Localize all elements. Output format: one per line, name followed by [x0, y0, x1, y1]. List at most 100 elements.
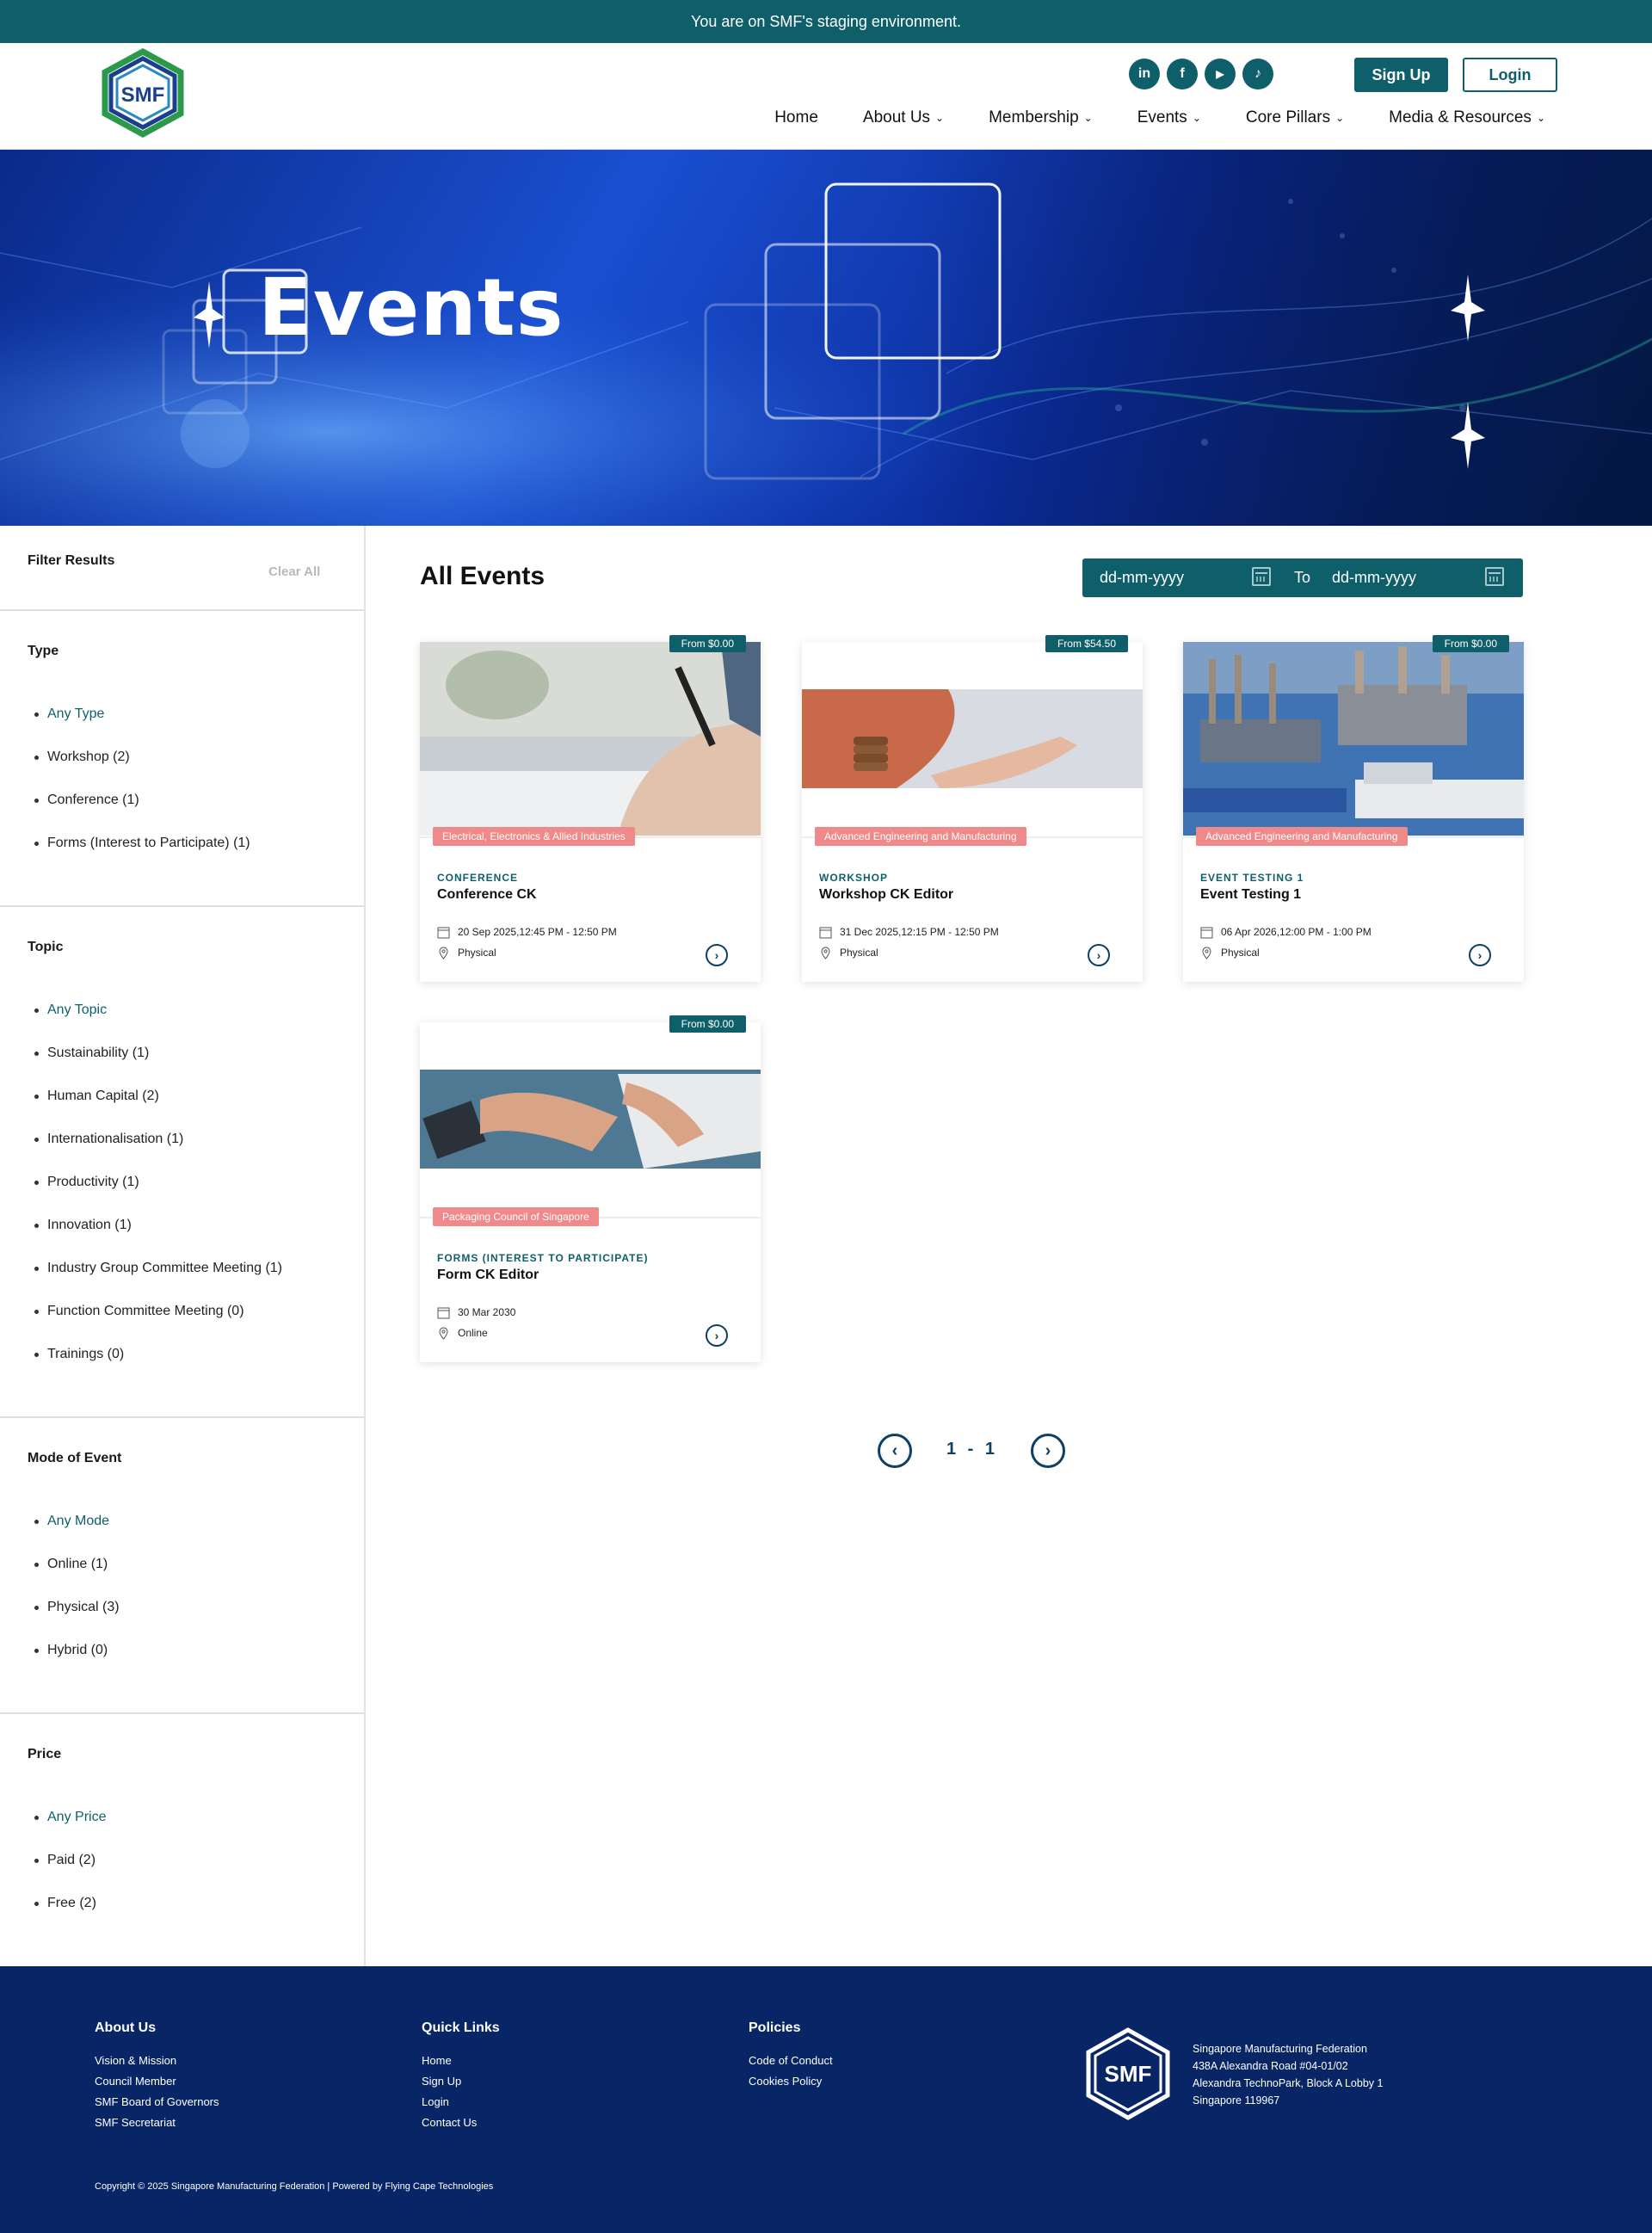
filter-group-price-title: Price [28, 1747, 62, 1761]
filter-group-type-title: Type [28, 644, 59, 658]
event-mode: Physical [1221, 947, 1260, 959]
calendar-icon [1200, 927, 1213, 939]
price-badge: From $0.00 [669, 635, 746, 652]
event-image [1183, 642, 1524, 836]
filter-option[interactable]: Conference (1) [34, 793, 139, 808]
chevron-down-icon: ⌄ [935, 112, 945, 124]
event-type: CONFERENCE [437, 872, 519, 884]
footer-link[interactable]: Sign Up [422, 2075, 461, 2088]
event-name: Event Testing 1 [1200, 887, 1302, 902]
date-range-filter: dd-mm-yyyy To dd-mm-yyyy [1082, 558, 1523, 597]
footer-link[interactable]: Login [422, 2095, 449, 2108]
site-footer: About Us Vision & Mission Council Member… [0, 1966, 1652, 2233]
footer-link[interactable]: Code of Conduct [749, 2054, 833, 2067]
pagination-range: 1 - 1 [946, 1440, 999, 1459]
hero-background-graphic [0, 150, 1652, 526]
arrow-right-icon[interactable]: › [706, 944, 728, 966]
pagination-next-button[interactable]: › [1031, 1434, 1065, 1468]
filter-option[interactable]: Internationalisation (1) [34, 1132, 183, 1147]
event-card[interactable]: From $0.00 Advanced Engineering and Manu… [1183, 635, 1524, 982]
date-from-input[interactable]: dd-mm-yyyy [1100, 569, 1184, 587]
footer-link[interactable]: Home [422, 2054, 452, 2067]
filter-option[interactable]: Human Capital (2) [34, 1089, 159, 1104]
nav-membership-label: Membership [989, 108, 1079, 126]
date-to-input[interactable]: dd-mm-yyyy [1332, 569, 1416, 587]
location-pin-icon [821, 947, 830, 959]
footer-link[interactable]: Vision & Mission [95, 2054, 176, 2067]
filter-option[interactable]: Online (1) [34, 1557, 108, 1572]
filter-option[interactable]: Hybrid (0) [34, 1643, 108, 1658]
event-date: 20 Sep 2025,12:45 PM - 12:50 PM [458, 926, 617, 938]
youtube-icon[interactable]: ▶ [1205, 59, 1236, 89]
arrow-right-icon[interactable]: › [1469, 944, 1491, 966]
filter-option[interactable]: Physical (3) [34, 1600, 120, 1615]
login-button[interactable]: Login [1463, 58, 1557, 92]
page-title: All Events [420, 562, 546, 590]
footer-link[interactable]: SMF Secretariat [95, 2116, 176, 2129]
event-image [420, 642, 761, 836]
facebook-icon[interactable]: f [1167, 59, 1198, 89]
events-main: Filter Results Clear All Type Any Type W… [0, 526, 1652, 1967]
footer-link[interactable]: SMF Board of Governors [95, 2095, 219, 2108]
industry-tag: Electrical, Electronics & Allied Industr… [433, 827, 635, 846]
filter-option[interactable]: Paid (2) [34, 1853, 96, 1868]
calendar-icon[interactable] [1252, 567, 1271, 586]
event-card[interactable]: From $0.00 Packaging Council of Singapor… [420, 1015, 761, 1362]
calendar-icon [819, 927, 832, 939]
footer-link[interactable]: Cookies Policy [749, 2075, 822, 2088]
footer-link[interactable]: Council Member [95, 2075, 176, 2088]
nav-core-pillars[interactable]: Core Pillars ⌄ [1246, 108, 1344, 127]
filter-option[interactable]: Sustainability (1) [34, 1046, 149, 1061]
event-name: Workshop CK Editor [819, 887, 954, 902]
nav-home[interactable]: Home [774, 108, 818, 127]
signup-button[interactable]: Sign Up [1354, 58, 1448, 92]
filter-option[interactable]: Workshop (2) [34, 749, 130, 765]
linkedin-icon[interactable]: in [1129, 59, 1160, 89]
filter-option[interactable]: Function Committee Meeting (0) [34, 1304, 244, 1319]
divider [0, 905, 366, 907]
industry-tag: Advanced Engineering and Manufacturing [1196, 827, 1408, 846]
location-pin-icon [439, 947, 448, 959]
tiktok-icon[interactable]: ♪ [1242, 59, 1273, 89]
event-card[interactable]: From $0.00 Electrical, Electronics & All… [420, 635, 761, 982]
industry-tag: Advanced Engineering and Manufacturing [815, 827, 1026, 846]
nav-media-resources[interactable]: Media & Resources ⌄ [1389, 108, 1545, 127]
clear-all-link[interactable]: Clear All [268, 564, 320, 579]
pagination-prev-button[interactable]: ‹ [878, 1434, 912, 1468]
nav-events[interactable]: Events ⌄ [1137, 108, 1201, 127]
smf-footer-logo[interactable]: SMF [1078, 2026, 1178, 2121]
filter-option[interactable]: Productivity (1) [34, 1175, 139, 1190]
event-card[interactable]: From $54.50 Advanced Engineering and Man… [802, 635, 1143, 982]
footer-link[interactable]: Contact Us [422, 2116, 477, 2129]
hero-title: Events [258, 262, 564, 354]
arrow-right-icon[interactable]: › [1088, 944, 1110, 966]
event-date: 06 Apr 2026,12:00 PM - 1:00 PM [1221, 926, 1372, 938]
filter-option[interactable]: Trainings (0) [34, 1347, 124, 1362]
divider [0, 609, 366, 611]
filter-option[interactable]: Industry Group Committee Meeting (1) [34, 1261, 282, 1276]
nav-about-us[interactable]: About Us ⌄ [863, 108, 944, 127]
event-mode: Physical [458, 947, 496, 959]
filter-option[interactable]: Innovation (1) [34, 1218, 132, 1233]
event-image [802, 642, 1143, 836]
filter-option[interactable]: Any Price [34, 1810, 106, 1825]
filter-option[interactable]: Any Topic [34, 1002, 107, 1018]
address-line: Singapore Manufacturing Federation [1193, 2043, 1367, 2055]
staging-banner: You are on SMF's staging environment. [0, 0, 1652, 43]
event-mode: Physical [840, 947, 878, 959]
arrow-right-icon[interactable]: › [706, 1324, 728, 1347]
filter-option[interactable]: Forms (Interest to Participate) (1) [34, 836, 250, 851]
price-badge: From $0.00 [669, 1015, 746, 1033]
calendar-icon[interactable] [1485, 567, 1504, 586]
event-type: WORKSHOP [819, 872, 888, 884]
event-image [420, 1022, 761, 1216]
chevron-down-icon: ⌄ [1536, 112, 1545, 124]
address-line: 438A Alexandra Road #04-01/02 [1193, 2060, 1348, 2072]
nav-membership[interactable]: Membership ⌄ [989, 108, 1093, 127]
filter-option[interactable]: Free (2) [34, 1896, 96, 1911]
smf-logo[interactable]: SMF [95, 48, 191, 138]
nav-media-label: Media & Resources [1389, 108, 1532, 126]
filter-option[interactable]: Any Type [34, 706, 104, 722]
filter-option[interactable]: Any Mode [34, 1514, 109, 1529]
event-date: 30 Mar 2030 [458, 1306, 516, 1318]
